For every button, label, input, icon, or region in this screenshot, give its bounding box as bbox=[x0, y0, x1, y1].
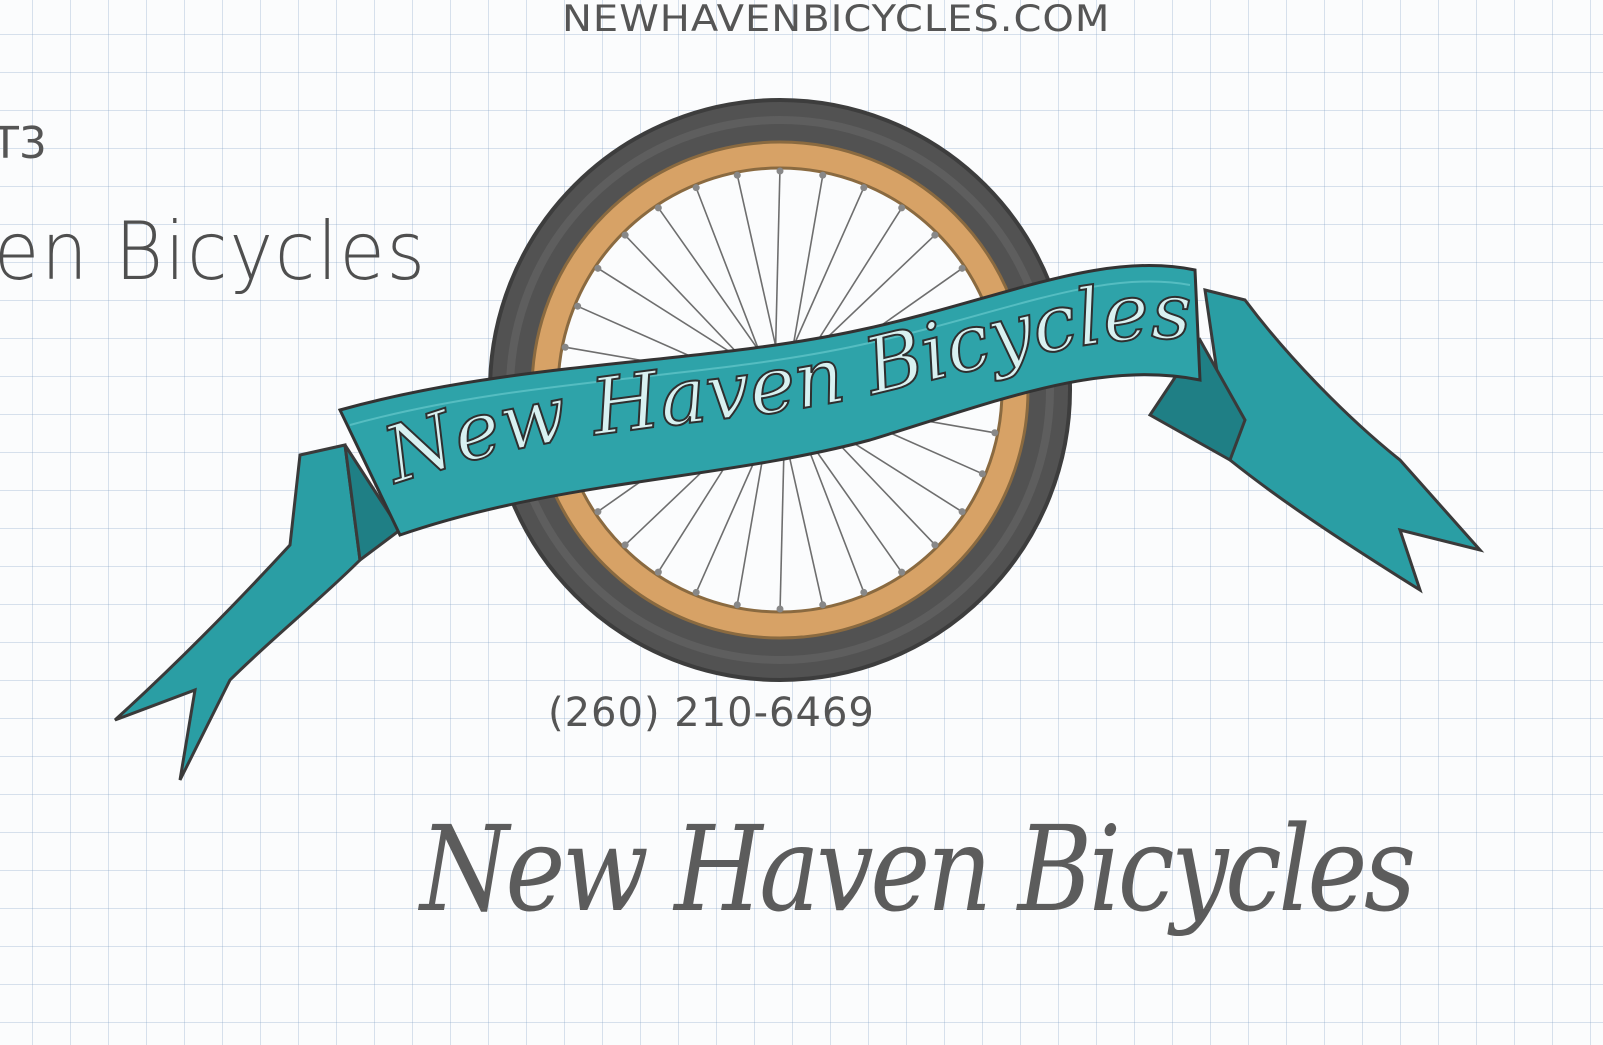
spoke-nipple bbox=[958, 264, 966, 272]
spoke-nipple bbox=[733, 601, 741, 609]
spoke-nipple bbox=[654, 204, 662, 212]
spoke-nipple bbox=[594, 264, 602, 272]
spoke-nipple bbox=[621, 231, 629, 239]
spoke-nipple bbox=[860, 184, 868, 192]
spoke-nipple bbox=[561, 343, 569, 351]
spoke-nipple bbox=[692, 184, 700, 192]
spoke-nipple bbox=[776, 167, 784, 175]
spoke-nipple bbox=[991, 429, 999, 437]
spoke-nipple bbox=[860, 588, 868, 596]
spoke-nipple bbox=[692, 588, 700, 596]
spoke-nipple bbox=[654, 568, 662, 576]
phone-number: (260) 210-6469 bbox=[548, 690, 875, 736]
spoke-nipple bbox=[733, 171, 741, 179]
script-wordmark: New Haven Bicycles bbox=[420, 800, 1416, 938]
spoke-nipple bbox=[898, 568, 906, 576]
spoke-nipple bbox=[958, 508, 966, 516]
spoke-nipple bbox=[819, 171, 827, 179]
spoke-nipple bbox=[978, 470, 986, 478]
spoke-nipple bbox=[574, 302, 582, 310]
spoke-nipple bbox=[594, 508, 602, 516]
spoke-nipple bbox=[776, 605, 784, 613]
spoke-nipple bbox=[621, 541, 629, 549]
spoke-nipple bbox=[898, 204, 906, 212]
spoke-nipple bbox=[931, 541, 939, 549]
spoke-nipple bbox=[931, 231, 939, 239]
spoke-nipple bbox=[819, 601, 827, 609]
